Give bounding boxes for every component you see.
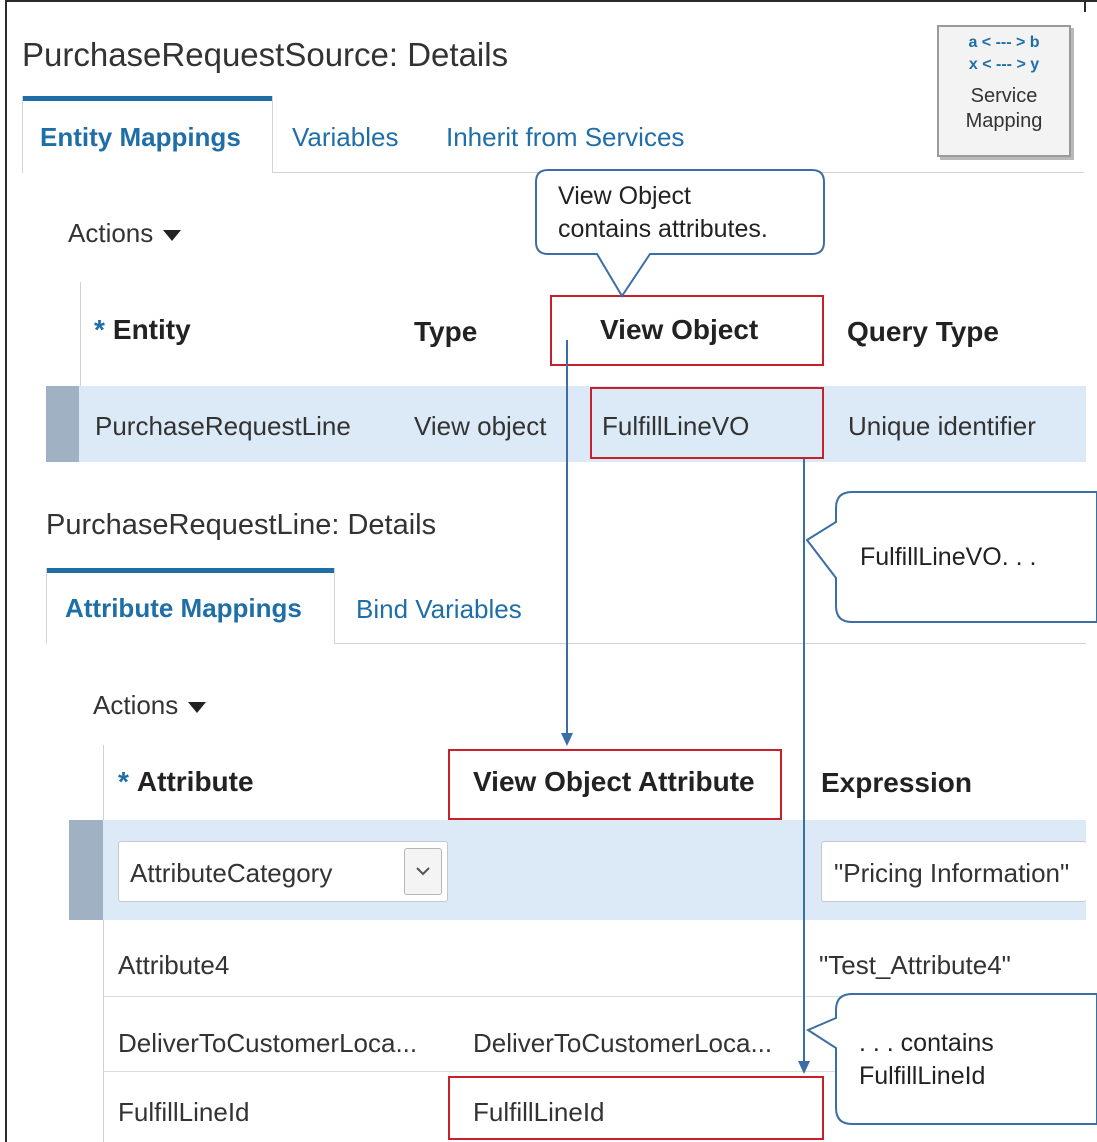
callout-contains-line-1: . . . contains — [859, 1029, 994, 1057]
callout-view-object-line-1: View Object — [558, 182, 691, 210]
callout-view-object-line-2: contains attributes. — [558, 215, 768, 243]
arrow-head-icon — [561, 733, 573, 746]
callout-contains-line-2: FulfillLineId — [859, 1062, 986, 1090]
callout-fulfill-vo-text: FulfillLineVO. . . — [860, 543, 1037, 571]
arrow-head-icon — [798, 1061, 810, 1074]
